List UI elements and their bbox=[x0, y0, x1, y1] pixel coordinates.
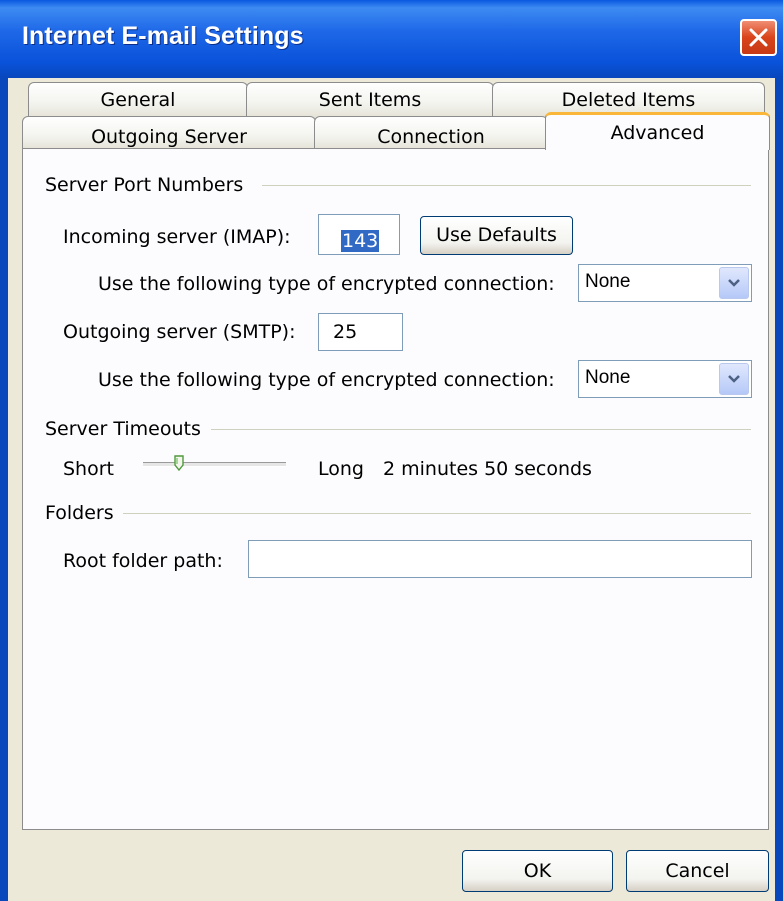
root-folder-path-input[interactable] bbox=[248, 540, 752, 578]
outgoing-encryption-label: Use the following type of encrypted conn… bbox=[98, 369, 555, 391]
chevron-down-icon bbox=[728, 279, 740, 287]
section-folders: Folders bbox=[45, 502, 114, 524]
timeout-short-label: Short bbox=[63, 458, 114, 480]
divider bbox=[262, 185, 751, 186]
incoming-encryption-value: None bbox=[585, 271, 631, 292]
incoming-encryption-select[interactable]: None bbox=[578, 264, 752, 302]
dropdown-button[interactable] bbox=[719, 267, 749, 299]
incoming-server-label: Incoming server (IMAP): bbox=[63, 226, 291, 248]
outgoing-port-input[interactable]: 25 bbox=[318, 313, 403, 351]
incoming-encryption-label: Use the following type of encrypted conn… bbox=[98, 273, 555, 295]
panel-content: Server Port Numbers Incoming server (IMA… bbox=[0, 0, 783, 901]
outgoing-encryption-value: None bbox=[585, 367, 631, 388]
dropdown-button[interactable] bbox=[719, 363, 749, 395]
root-folder-path-label: Root folder path: bbox=[63, 550, 223, 572]
timeout-value-text: 2 minutes 50 seconds bbox=[383, 458, 592, 480]
divider bbox=[211, 429, 751, 430]
timeout-long-label: Long bbox=[318, 458, 364, 480]
chevron-down-icon bbox=[728, 375, 740, 383]
section-server-timeouts: Server Timeouts bbox=[45, 418, 201, 440]
section-server-port-numbers: Server Port Numbers bbox=[45, 174, 244, 196]
timeout-slider-thumb[interactable] bbox=[174, 455, 184, 471]
outgoing-encryption-select[interactable]: None bbox=[578, 360, 752, 398]
timeout-slider-track[interactable] bbox=[143, 462, 286, 467]
outgoing-port-value: 25 bbox=[333, 321, 358, 343]
use-defaults-button[interactable]: Use Defaults bbox=[420, 216, 573, 255]
incoming-port-input[interactable]: 143 bbox=[318, 214, 400, 255]
divider bbox=[123, 513, 751, 514]
outgoing-server-label: Outgoing server (SMTP): bbox=[63, 321, 296, 343]
incoming-port-value: 143 bbox=[341, 230, 380, 252]
